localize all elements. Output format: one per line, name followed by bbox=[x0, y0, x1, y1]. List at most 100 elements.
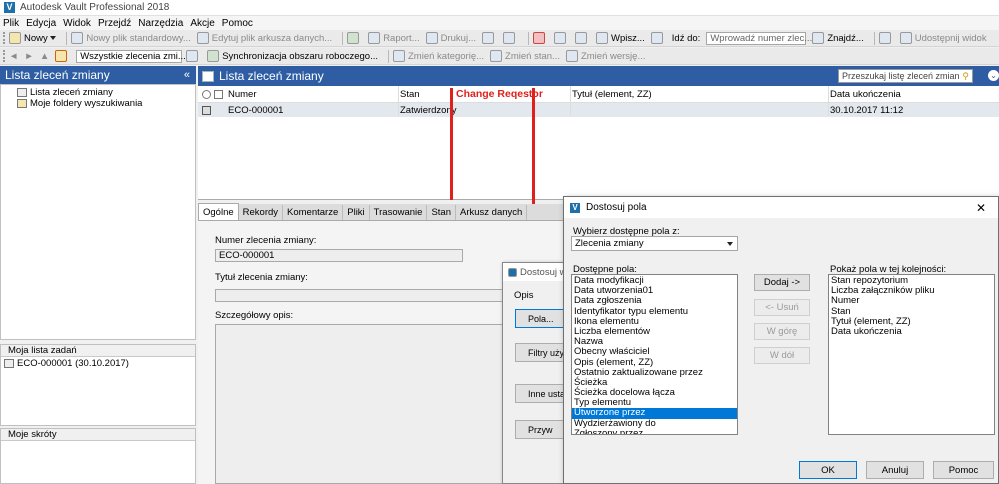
new-standard-file-button[interactable]: Nowy plik standardowy... bbox=[71, 32, 191, 44]
up-button[interactable]: ▲ bbox=[40, 51, 49, 62]
category-icon bbox=[393, 50, 405, 62]
goto-input[interactable]: Wprowadź numer zlec... bbox=[706, 31, 820, 45]
menu-actions[interactable]: Akcje bbox=[190, 18, 214, 29]
customize-view-button[interactable] bbox=[186, 50, 201, 62]
collapse-icon[interactable]: « bbox=[184, 69, 190, 81]
move-down-button[interactable]: W dół bbox=[754, 347, 810, 364]
shortcuts-panel: Moje skróty bbox=[0, 428, 196, 484]
eco-number-field[interactable]: ECO-000001 bbox=[215, 249, 463, 262]
navigation-tree: Lista zleceń zmiany Moje foldery wyszuki… bbox=[0, 84, 196, 340]
tab-comments[interactable]: Komentarze bbox=[283, 205, 344, 220]
lock-icon bbox=[202, 105, 211, 115]
cut-button[interactable] bbox=[575, 32, 590, 44]
menu-file[interactable]: Plik bbox=[3, 18, 19, 29]
tab-routing[interactable]: Trasowanie bbox=[370, 205, 428, 220]
chevron-down-icon bbox=[50, 36, 57, 40]
list-item[interactable]: Zgłoszony przez bbox=[572, 428, 737, 434]
copy-button[interactable] bbox=[482, 32, 497, 44]
shown-fields-list[interactable]: Stan repozytorium Liczba załączników plik… bbox=[828, 274, 995, 435]
share-icon bbox=[899, 32, 912, 44]
tab-files[interactable]: Pliki bbox=[343, 205, 370, 220]
annotation-line-left bbox=[450, 88, 453, 200]
task-list-panel: Moja lista zadań ECO-000001 (30.10.2017) bbox=[0, 344, 196, 426]
remove-button[interactable]: <- Usuń bbox=[754, 299, 810, 316]
tab-state[interactable]: Stan bbox=[427, 205, 456, 220]
eco-description-field[interactable] bbox=[215, 324, 515, 484]
delete-button[interactable] bbox=[533, 32, 548, 44]
find-button[interactable]: Znajdź... bbox=[812, 32, 864, 44]
print-button[interactable]: Drukuj... bbox=[425, 32, 476, 44]
detail-tabs: Ogólne Rekordy Komentarze Pliki Trasowan… bbox=[198, 203, 568, 221]
share-view-button[interactable]: Udostępnij widok bbox=[899, 32, 987, 44]
col-numer[interactable]: Numer bbox=[228, 89, 257, 100]
revision-icon bbox=[565, 50, 578, 62]
menu-help[interactable]: Pomoc bbox=[222, 18, 253, 29]
new-button[interactable]: Nowy bbox=[9, 32, 57, 44]
view-icon bbox=[55, 50, 68, 62]
ok-button[interactable]: OK bbox=[799, 461, 857, 479]
col-stan[interactable]: Stan bbox=[400, 89, 420, 100]
menu-go[interactable]: Przejdź bbox=[98, 18, 131, 29]
report-icon bbox=[368, 32, 381, 44]
list-item[interactable]: Numer bbox=[829, 296, 994, 306]
write-button[interactable]: Wpisz... bbox=[596, 32, 645, 44]
eco-title-label: Tytuł zlecenia zmiany: bbox=[215, 272, 308, 283]
task-item[interactable]: ECO-000001 (30.10.2017) bbox=[1, 358, 195, 369]
copy-icon bbox=[482, 32, 494, 44]
tab-datasheet[interactable]: Arkusz danych bbox=[456, 205, 528, 220]
view-select[interactable]: Wszystkie zlecenia zmi... bbox=[76, 49, 193, 63]
new-icon bbox=[9, 32, 21, 44]
cancel-button[interactable]: Anuluj bbox=[866, 461, 924, 479]
available-fields-list[interactable]: Data modyfikacji Data utworzenia01 Data zg… bbox=[571, 274, 738, 435]
menu-tools[interactable]: Narzędzia bbox=[138, 18, 183, 29]
list-item[interactable]: Obecny właściciel bbox=[572, 347, 737, 357]
navigate-button[interactable] bbox=[650, 32, 666, 44]
properties-icon bbox=[554, 32, 566, 44]
list-item[interactable]: Data ukończenia bbox=[829, 326, 994, 337]
change-state-button[interactable]: Zmień stan... bbox=[490, 50, 560, 62]
refresh-button[interactable] bbox=[347, 32, 362, 44]
menu-bar: Plik Edycja Widok Przejdź Narzędzia Akcj… bbox=[0, 16, 999, 30]
attachment-column-icon bbox=[214, 89, 223, 99]
task-list-header: Moja lista zadań bbox=[1, 345, 195, 357]
help-button[interactable]: Pomoc bbox=[933, 461, 994, 479]
menu-view[interactable]: Widok bbox=[63, 18, 91, 29]
write-icon bbox=[596, 32, 608, 44]
preview-button[interactable] bbox=[503, 32, 518, 44]
add-button[interactable]: Dodaj -> bbox=[754, 274, 810, 291]
eco-grid: Numer Stan Change Reqestor Tytuł (elemen… bbox=[198, 86, 999, 200]
back-button[interactable]: ◄ bbox=[9, 51, 18, 62]
tab-general[interactable]: Ogólne bbox=[198, 203, 239, 220]
close-icon[interactable]: ✕ bbox=[976, 201, 986, 215]
edit-sheet-button[interactable]: Edytuj plik arkusza danych... bbox=[196, 32, 332, 44]
menu-edit[interactable]: Edycja bbox=[26, 18, 56, 29]
vault-logo-icon: V bbox=[4, 2, 15, 13]
edit-icon bbox=[196, 32, 209, 44]
expand-icon[interactable]: ⌄ bbox=[988, 70, 999, 81]
report-button[interactable]: Raport... bbox=[368, 32, 420, 44]
change-category-button[interactable]: Zmień kategorię... bbox=[393, 50, 484, 62]
main-panel-header: Lista zleceń zmiany Przeszukaj listę zle… bbox=[198, 66, 999, 86]
col-tytul[interactable]: Tytuł (element, ZZ) bbox=[572, 89, 652, 100]
grid-header: Numer Stan Change Reqestor Tytuł (elemen… bbox=[198, 86, 999, 103]
source-select[interactable]: Zlecenia zmiany bbox=[571, 236, 738, 251]
forward-button[interactable]: ► bbox=[24, 51, 33, 62]
move-up-button[interactable]: W górę bbox=[754, 323, 810, 340]
toolbar-grip[interactable] bbox=[3, 32, 6, 44]
table-row[interactable]: ECO-000001 Zatwierdzony 30.10.2017 11:12 bbox=[198, 103, 999, 117]
tree-item-eco-list[interactable]: Lista zleceń zmiany bbox=[5, 87, 195, 98]
layout-button[interactable] bbox=[878, 32, 894, 44]
change-revision-button[interactable]: Zmień wersję... bbox=[565, 50, 645, 62]
customize-fields-titlebar: V Dostosuj pola ✕ bbox=[564, 197, 998, 218]
annotation-line-right bbox=[532, 88, 535, 205]
tree-item-search-folders[interactable]: Moje foldery wyszukiwania bbox=[5, 98, 195, 109]
search-input[interactable]: Przeszukaj listę zleceń zmian ⚲ bbox=[838, 69, 973, 83]
list-icon bbox=[17, 88, 27, 97]
view-toggle-button[interactable] bbox=[55, 50, 70, 62]
eco-title-field[interactable] bbox=[215, 289, 515, 302]
sync-button[interactable]: Synchronizacja obszaru roboczego... bbox=[207, 50, 378, 62]
search-icon: ⚲ bbox=[962, 70, 969, 81]
tab-records[interactable]: Rekordy bbox=[239, 205, 284, 220]
col-data[interactable]: Data ukończenia bbox=[830, 89, 901, 100]
properties-button[interactable] bbox=[554, 32, 569, 44]
